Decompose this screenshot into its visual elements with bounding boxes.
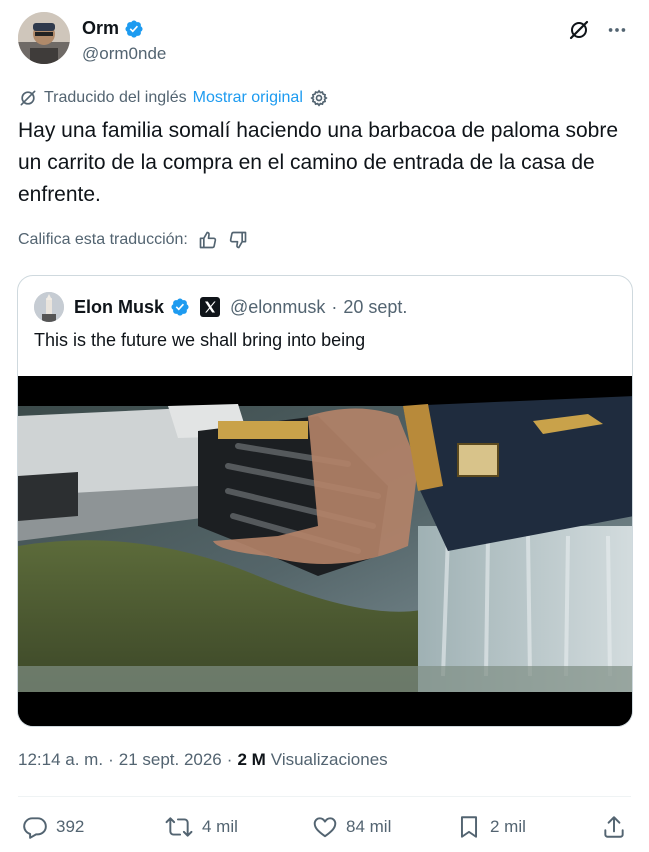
- bookmark-count: 2 mil: [490, 817, 526, 836]
- quoted-header: Elon Musk @elonmusk · 20 sept.: [34, 292, 407, 322]
- translation-notice: Traducido del inglés Mostrar original: [18, 88, 329, 108]
- meta-separator: ·: [226, 750, 233, 769]
- show-original-link[interactable]: Mostrar original: [193, 89, 303, 107]
- tweet-header: Orm @orm0nde: [18, 12, 631, 68]
- quoted-video[interactable]: [18, 376, 632, 726]
- quoted-date[interactable]: 20 sept.: [343, 297, 407, 318]
- quoted-text: This is the future we shall bring into b…: [34, 330, 366, 350]
- quoted-author-name[interactable]: Elon Musk: [74, 297, 164, 318]
- repost-icon: [164, 814, 194, 840]
- rate-translation: Califica esta traducción:: [18, 230, 248, 250]
- tweet-time[interactable]: 12:14 a. m.: [18, 750, 103, 770]
- share-button[interactable]: [601, 814, 627, 840]
- reply-count: 392: [56, 817, 85, 836]
- repost-count: 4 mil: [202, 817, 238, 836]
- reply-icon: [22, 814, 48, 840]
- rate-label: Califica esta traducción:: [18, 231, 188, 248]
- tweet-date[interactable]: 21 sept. 2026: [119, 750, 222, 770]
- share-icon: [601, 814, 627, 840]
- translate-icon: [18, 88, 38, 108]
- like-button[interactable]: 84 mil: [312, 814, 391, 840]
- quoted-handle[interactable]: @elonmusk: [230, 297, 325, 318]
- thumbs-up-icon[interactable]: [198, 230, 218, 250]
- dot-separator: ·: [331, 296, 338, 317]
- divider: [18, 796, 631, 797]
- reply-button[interactable]: 392: [22, 814, 84, 840]
- bookmark-button[interactable]: 2 mil: [456, 814, 526, 840]
- repost-button[interactable]: 4 mil: [164, 814, 238, 840]
- tweet-meta: 12:14 a. m. · 21 sept. 2026 · 2 M Visual…: [18, 750, 388, 770]
- verified-icon: [124, 19, 144, 39]
- author-name[interactable]: Orm: [82, 18, 119, 39]
- meta-separator: ·: [108, 750, 114, 769]
- translation-label: Traducido del inglés: [44, 89, 187, 106]
- like-icon: [312, 814, 338, 840]
- settings-icon[interactable]: [309, 88, 329, 108]
- like-count: 84 mil: [346, 817, 392, 836]
- quoted-avatar[interactable]: [34, 292, 64, 322]
- action-bar: 392 4 mil 84 mil 2 mil: [18, 808, 631, 848]
- verified-icon: [170, 297, 190, 317]
- author-handle[interactable]: @orm0nde: [82, 44, 166, 64]
- grok-icon[interactable]: [565, 16, 593, 44]
- author-avatar[interactable]: [18, 12, 70, 64]
- more-icon[interactable]: [603, 16, 631, 44]
- x-logo-icon: [200, 297, 221, 317]
- views-count: 2 M: [237, 750, 266, 769]
- thumbs-down-icon[interactable]: [228, 230, 248, 250]
- tweet-text: Hay una familia somalí haciendo una barb…: [18, 119, 619, 206]
- bookmark-icon: [456, 814, 482, 840]
- views-label: Visualizaciones: [270, 750, 388, 769]
- quoted-tweet[interactable]: Elon Musk @elonmusk · 20 sept. This is t…: [17, 275, 633, 727]
